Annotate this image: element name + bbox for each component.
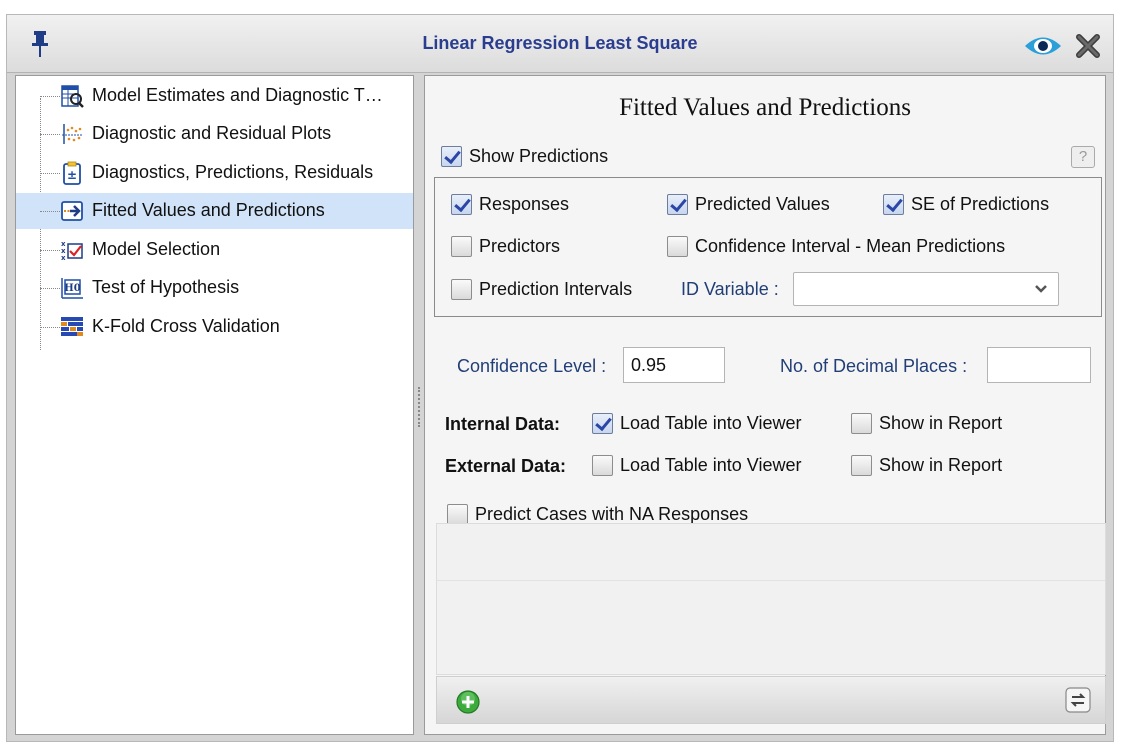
predicted-values-checkbox[interactable]	[667, 194, 688, 215]
options-panel: Fitted Values and Predictions Show Predi…	[424, 75, 1106, 735]
dialog-window: Linear Regression Least Square Model Est…	[6, 14, 1114, 742]
tree-branch	[40, 250, 60, 251]
confidence-level-label: Confidence Level :	[457, 356, 607, 376]
grid-toolbar	[436, 676, 1106, 724]
refresh-icon[interactable]	[1065, 687, 1091, 713]
se-predictions-label: SE of Predictions	[911, 194, 1050, 214]
panel-title: Fitted Values and Predictions	[619, 94, 911, 121]
tree-item-label: Model Estimates and Diagnostic T…	[92, 85, 383, 105]
help-icon[interactable]: ?	[1071, 146, 1095, 168]
scatter-plot-icon	[62, 124, 83, 144]
prediction-intervals-label: Prediction Intervals	[479, 279, 633, 299]
predict-na-label: Predict Cases with NA Responses	[475, 504, 749, 524]
tree-item-model-estimates[interactable]: Model Estimates and Diagnostic T…	[16, 78, 413, 114]
internal-show-report-checkbox[interactable]	[851, 413, 872, 434]
tree-item-label: Diagnostic and Residual Plots	[92, 123, 332, 143]
title-bar: Linear Regression Least Square	[7, 15, 1113, 73]
grid-header	[437, 524, 1105, 581]
clipboard-plus-minus-icon: ±	[63, 161, 81, 185]
tree-branch	[40, 211, 60, 212]
table-search-icon	[61, 85, 84, 108]
responses-checkbox[interactable]	[451, 194, 472, 215]
tree-item-diagnostic-plots[interactable]: Diagnostic and Residual Plots	[16, 116, 413, 152]
internal-data-label: Internal Data:	[445, 414, 561, 434]
internal-load-table-label: Load Table into Viewer	[620, 413, 802, 433]
external-load-table-label: Load Table into Viewer	[620, 455, 802, 475]
eye-icon[interactable]	[1023, 35, 1063, 57]
external-load-table-checkbox[interactable]	[592, 455, 613, 476]
external-data-grid[interactable]	[436, 523, 1106, 675]
prediction-intervals-checkbox[interactable]	[451, 279, 472, 300]
id-variable-label: ID Variable :	[681, 279, 779, 299]
external-show-report-label: Show in Report	[879, 455, 1003, 475]
decimal-places-label: No. of Decimal Places :	[780, 356, 968, 376]
predict-na-checkbox[interactable]	[447, 504, 468, 525]
ci-mean-checkbox[interactable]	[667, 236, 688, 257]
output-options-group: Responses Predicted Values SE of Predict…	[434, 177, 1102, 317]
navigation-tree: Model Estimates and Diagnostic T… Diagno…	[15, 75, 414, 735]
tree-item-fitted-values[interactable]: Fitted Values and Predictions	[16, 193, 413, 229]
svg-text:H0: H0	[64, 283, 80, 294]
predicted-values-label: Predicted Values	[695, 194, 830, 214]
svg-text:±: ±	[67, 168, 77, 182]
svg-text:x: x	[61, 254, 66, 262]
tree-branch	[40, 173, 60, 174]
external-data-label: External Data:	[445, 456, 567, 476]
id-variable-select[interactable]	[793, 272, 1059, 306]
show-predictions-label: Show Predictions	[469, 146, 609, 166]
show-predictions-checkbox[interactable]	[441, 146, 462, 167]
tree-branch	[40, 134, 60, 135]
se-predictions-checkbox[interactable]	[883, 194, 904, 215]
predictors-checkbox[interactable]	[451, 236, 472, 257]
hypothesis-icon: H0	[61, 278, 83, 299]
predictors-label: Predictors	[479, 236, 561, 256]
window-title: Linear Regression Least Square	[422, 33, 698, 53]
decimal-places-input[interactable]	[987, 347, 1091, 383]
responses-label: Responses	[479, 194, 570, 214]
tree-item-label: Test of Hypothesis	[92, 277, 240, 297]
tree-branch	[40, 327, 60, 328]
tree-branch	[40, 288, 60, 289]
tree-item-label: Fitted Values and Predictions	[92, 200, 325, 220]
arrow-right-box-icon	[61, 201, 83, 221]
tree-item-label: K-Fold Cross Validation	[92, 316, 280, 336]
tree-item-label: Model Selection	[92, 239, 221, 259]
tree-item-diagnostics-predictions[interactable]: ± Diagnostics, Predictions, Residuals	[16, 155, 413, 191]
external-show-report-checkbox[interactable]	[851, 455, 872, 476]
tree-item-model-selection[interactable]: x x x Model Selection	[16, 232, 413, 268]
splitter-handle[interactable]	[418, 387, 422, 427]
internal-load-table-checkbox[interactable]	[592, 413, 613, 434]
tree-item-test-hypothesis[interactable]: H0 Test of Hypothesis	[16, 270, 413, 306]
confidence-level-input[interactable]: 0.95	[623, 347, 725, 383]
tree-item-kfold[interactable]: K-Fold Cross Validation	[16, 309, 413, 345]
add-icon[interactable]	[455, 689, 481, 715]
internal-show-report-label: Show in Report	[879, 413, 1003, 433]
tree-branch	[40, 96, 60, 97]
chevron-down-icon	[1035, 285, 1047, 293]
grid-blocks-icon	[61, 317, 83, 336]
checklist-icon: x x x	[61, 240, 83, 262]
ci-mean-label: Confidence Interval - Mean Predictions	[695, 236, 1006, 256]
close-icon[interactable]	[1075, 33, 1101, 59]
tree-item-label: Diagnostics, Predictions, Residuals	[92, 162, 374, 182]
